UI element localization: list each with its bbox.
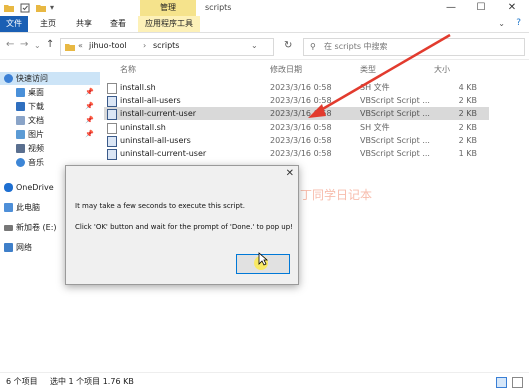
drive-icon bbox=[4, 224, 13, 231]
script-icon bbox=[107, 149, 117, 160]
item-count: 6 个项目 bbox=[6, 377, 38, 386]
details-view-icon[interactable] bbox=[496, 377, 507, 388]
tab-home[interactable]: 主页 bbox=[34, 16, 62, 32]
nav-item-downloads[interactable]: 下载 📌 bbox=[0, 100, 100, 113]
picture-icon bbox=[16, 130, 25, 139]
pin-icon: 📌 bbox=[85, 116, 94, 124]
folder-icon bbox=[4, 5, 14, 12]
dialog-message-line2: Click 'OK' button and wait for the promp… bbox=[75, 223, 293, 231]
nav-label: 视频 bbox=[28, 144, 44, 153]
network-icon bbox=[4, 243, 13, 252]
tab-share[interactable]: 共享 bbox=[70, 16, 98, 32]
annotation-arrow-icon bbox=[308, 33, 451, 118]
pin-icon: 📌 bbox=[85, 102, 94, 110]
expand-ribbon-icon[interactable]: ⌄ bbox=[498, 19, 505, 28]
nav-label: 音乐 bbox=[28, 158, 44, 167]
recent-locations-icon[interactable]: ⌄ bbox=[34, 41, 41, 50]
watermark: 丁同学日记本 bbox=[300, 186, 372, 203]
customize-qa-icon[interactable]: ▾ bbox=[50, 3, 54, 12]
forward-icon[interactable]: → bbox=[20, 39, 28, 50]
mouse-pointer-icon bbox=[258, 252, 268, 266]
file-name: uninstall.sh bbox=[120, 123, 166, 132]
script-icon bbox=[107, 96, 117, 107]
minimize-button[interactable]: — bbox=[436, 0, 466, 16]
tab-app-tools[interactable]: 应用程序工具 bbox=[138, 16, 200, 32]
breadcrumb-overflow[interactable]: « bbox=[78, 41, 83, 50]
selection-info: 选中 1 个项目 1.76 KB bbox=[50, 377, 134, 386]
close-button[interactable]: ✕ bbox=[497, 0, 527, 16]
nav-label: 新加卷 (E:) bbox=[16, 223, 57, 232]
file-date: 2023/3/16 0:58 bbox=[270, 149, 332, 158]
tab-view[interactable]: 查看 bbox=[104, 16, 132, 32]
address-bar[interactable]: « jihuo-tool › scripts ⌄ bbox=[60, 38, 274, 56]
tab-file[interactable]: 文件 bbox=[0, 16, 28, 32]
document-icon bbox=[16, 116, 25, 125]
desktop-icon bbox=[16, 88, 25, 97]
column-name[interactable]: 名称 bbox=[120, 64, 136, 75]
file-type: VBScript Script ... bbox=[360, 149, 430, 158]
breadcrumb-scripts[interactable]: scripts bbox=[153, 41, 179, 50]
window-title: scripts bbox=[205, 3, 232, 12]
script-icon bbox=[107, 136, 117, 147]
help-icon[interactable]: ? bbox=[516, 18, 521, 28]
message-dialog: ✕ It may take a few seconds to execute t… bbox=[65, 165, 299, 285]
nav-label: 图片 bbox=[28, 130, 44, 139]
file-name: install-all-users bbox=[120, 96, 181, 105]
status-bar: 6 个项目 选中 1 个项目 1.76 KB bbox=[0, 372, 529, 391]
nav-label: 快速访问 bbox=[16, 74, 48, 83]
large-icons-view-icon[interactable] bbox=[512, 377, 523, 388]
column-date[interactable]: 修改日期 bbox=[270, 64, 302, 75]
nav-item-videos[interactable]: 视频 bbox=[0, 142, 100, 155]
video-icon bbox=[16, 144, 25, 153]
nav-item-desktop[interactable]: 桌面 📌 bbox=[0, 86, 100, 99]
pin-icon: 📌 bbox=[85, 130, 94, 138]
new-folder-icon[interactable] bbox=[36, 3, 46, 13]
watermark-text: 丁同学日记本 bbox=[300, 188, 373, 202]
nav-item-pictures[interactable]: 图片 📌 bbox=[0, 128, 100, 141]
script-icon bbox=[107, 109, 117, 120]
dialog-close-button[interactable]: ✕ bbox=[286, 168, 294, 179]
music-icon bbox=[16, 158, 25, 167]
download-icon bbox=[16, 102, 25, 111]
computer-icon bbox=[4, 203, 13, 212]
nav-item-documents[interactable]: 文档 📌 bbox=[0, 114, 100, 127]
file-name: install-current-user bbox=[120, 109, 197, 118]
address-dropdown-icon[interactable]: ⌄ bbox=[251, 41, 258, 50]
dialog-message-line1: It may take a few seconds to execute thi… bbox=[75, 202, 245, 210]
checkbox-icon[interactable] bbox=[20, 3, 30, 13]
file-name: uninstall-all-users bbox=[120, 136, 191, 145]
nav-label: 文档 bbox=[28, 116, 44, 125]
pin-icon: 📌 bbox=[85, 88, 94, 96]
table-row[interactable]: uninstall-current-user 2023/3/16 0:58 VB… bbox=[104, 147, 489, 160]
nav-label: OneDrive bbox=[16, 183, 54, 192]
breadcrumb-separator: › bbox=[143, 41, 147, 50]
refresh-icon[interactable]: ↻ bbox=[284, 40, 292, 51]
back-icon[interactable]: ← bbox=[6, 39, 14, 50]
nav-label: 此电脑 bbox=[16, 203, 40, 212]
cloud-icon bbox=[4, 183, 13, 192]
breadcrumb-jihuo-tool[interactable]: jihuo-tool bbox=[89, 41, 127, 50]
folder-icon bbox=[65, 44, 75, 51]
nav-label: 网络 bbox=[16, 243, 32, 252]
nav-item-quick-access[interactable]: 快速访问 bbox=[0, 72, 100, 85]
table-row[interactable]: uninstall-all-users 2023/3/16 0:58 VBScr… bbox=[104, 134, 489, 147]
title-bar: ▾ 管理 scripts — ☐ ✕ bbox=[0, 0, 529, 16]
file-date: 2023/3/16 0:58 bbox=[270, 136, 332, 145]
maximize-button[interactable]: ☐ bbox=[466, 0, 496, 16]
file-size: 2 KB bbox=[458, 136, 477, 145]
nav-label: 下载 bbox=[28, 102, 44, 111]
file-name: uninstall-current-user bbox=[120, 149, 207, 158]
file-name: install.sh bbox=[120, 83, 156, 92]
nav-label: 桌面 bbox=[28, 88, 44, 97]
file-icon bbox=[107, 83, 117, 94]
star-icon bbox=[4, 74, 13, 83]
file-icon bbox=[107, 123, 117, 134]
tab-manage[interactable]: 管理 bbox=[140, 0, 196, 16]
file-type: VBScript Script ... bbox=[360, 136, 430, 145]
file-size: 1 KB bbox=[458, 149, 477, 158]
up-icon[interactable]: ↑ bbox=[46, 39, 54, 50]
